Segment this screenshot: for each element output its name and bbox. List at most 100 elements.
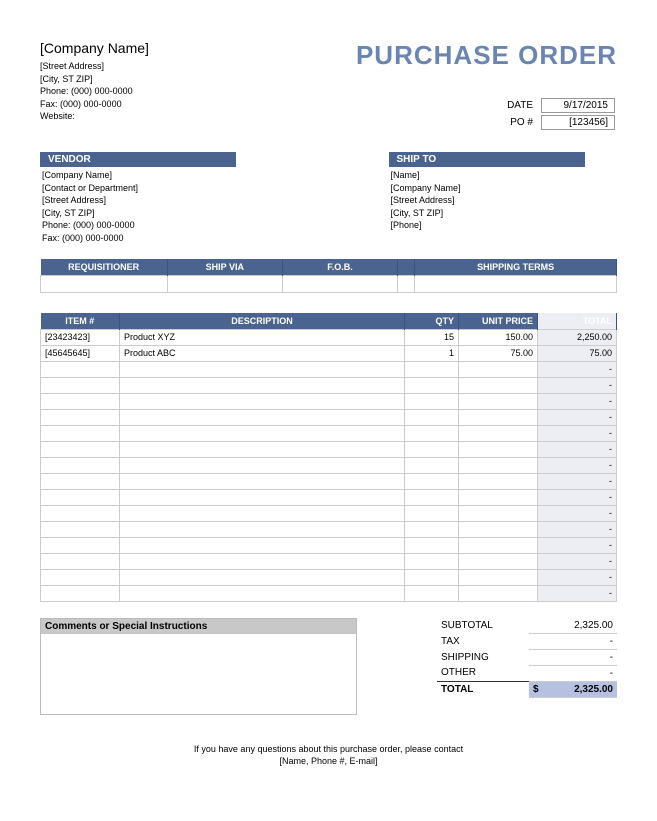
item-header: ITEM # bbox=[41, 313, 120, 330]
phone-label: Phone: bbox=[40, 86, 69, 96]
total-label: TOTAL bbox=[437, 681, 529, 697]
company-citystzip: [City, ST ZIP] bbox=[40, 73, 356, 86]
item-row: - bbox=[41, 361, 617, 377]
cell-price bbox=[459, 393, 538, 409]
cell-desc bbox=[120, 361, 405, 377]
shipto-line: [Phone] bbox=[389, 219, 618, 232]
date-label: DATE bbox=[505, 98, 539, 113]
total-header: TOTAL bbox=[538, 313, 617, 330]
po-title: PURCHASE ORDER bbox=[356, 40, 617, 71]
cell-price bbox=[459, 377, 538, 393]
price-header: UNIT PRICE bbox=[459, 313, 538, 330]
cell-desc bbox=[120, 441, 405, 457]
cell-item: [23423423] bbox=[41, 329, 120, 345]
cell-qty bbox=[405, 585, 459, 601]
vendor-line: Phone: (000) 000-0000 bbox=[40, 219, 269, 232]
cell-qty bbox=[405, 569, 459, 585]
cell-qty bbox=[405, 409, 459, 425]
cell-qty bbox=[405, 457, 459, 473]
cell-desc bbox=[120, 521, 405, 537]
cell-item bbox=[41, 553, 120, 569]
cell-qty bbox=[405, 489, 459, 505]
cell-qty bbox=[405, 361, 459, 377]
shipvia-header: SHIP VIA bbox=[167, 259, 282, 276]
footer-line1: If you have any questions about this pur… bbox=[40, 743, 617, 756]
cell-qty: 15 bbox=[405, 329, 459, 345]
company-name: [Company Name] bbox=[40, 40, 356, 56]
vendor-line: Fax: (000) 000-0000 bbox=[40, 232, 269, 245]
comments-body bbox=[41, 634, 356, 714]
cell-price bbox=[459, 473, 538, 489]
fax-label: Fax: bbox=[40, 99, 58, 109]
shipto-line: [Street Address] bbox=[389, 194, 618, 207]
cell-desc: Product XYZ bbox=[120, 329, 405, 345]
item-row: - bbox=[41, 489, 617, 505]
item-row: - bbox=[41, 377, 617, 393]
cell-price bbox=[459, 489, 538, 505]
item-row: - bbox=[41, 553, 617, 569]
cell-total: - bbox=[538, 537, 617, 553]
title-block: PURCHASE ORDER DATE 9/17/2015 PO # [1234… bbox=[356, 40, 617, 132]
item-row: - bbox=[41, 505, 617, 521]
cell-item bbox=[41, 521, 120, 537]
cell-price bbox=[459, 569, 538, 585]
vendor-line: [Contact or Department] bbox=[40, 182, 269, 195]
cell-item bbox=[41, 409, 120, 425]
vendor-line: [Street Address] bbox=[40, 194, 269, 207]
cell-desc bbox=[120, 537, 405, 553]
cell-price bbox=[459, 409, 538, 425]
qty-header: QTY bbox=[405, 313, 459, 330]
cell-qty bbox=[405, 473, 459, 489]
item-row: - bbox=[41, 585, 617, 601]
cell-desc bbox=[120, 457, 405, 473]
cell-qty bbox=[405, 441, 459, 457]
cell-qty bbox=[405, 553, 459, 569]
cell-desc bbox=[120, 489, 405, 505]
comments-box: Comments or Special Instructions bbox=[40, 618, 357, 715]
company-street: [Street Address] bbox=[40, 60, 356, 73]
cell-price bbox=[459, 457, 538, 473]
cell-total: - bbox=[538, 441, 617, 457]
cell-total: - bbox=[538, 473, 617, 489]
cell-item bbox=[41, 377, 120, 393]
cell-price bbox=[459, 585, 538, 601]
shipto-header: SHIP TO bbox=[389, 152, 585, 167]
shipto-line: [Company Name] bbox=[389, 182, 618, 195]
item-row: [23423423]Product XYZ15150.002,250.00 bbox=[41, 329, 617, 345]
item-row: - bbox=[41, 409, 617, 425]
cell-price: 75.00 bbox=[459, 345, 538, 361]
tax-label: TAX bbox=[437, 633, 529, 649]
cell-total: - bbox=[538, 393, 617, 409]
cell-desc bbox=[120, 553, 405, 569]
vendor-line: [Company Name] bbox=[40, 169, 269, 182]
cell-item bbox=[41, 505, 120, 521]
totals-block: SUBTOTAL 2,325.00 TAX - SHIPPING - OTHER… bbox=[437, 618, 617, 715]
shipping-row bbox=[41, 275, 617, 292]
cell-total: - bbox=[538, 569, 617, 585]
other-value: - bbox=[529, 665, 617, 681]
cell-qty bbox=[405, 521, 459, 537]
cell-total: - bbox=[538, 361, 617, 377]
cell-total: - bbox=[538, 489, 617, 505]
item-row: - bbox=[41, 441, 617, 457]
address-row: VENDOR [Company Name] [Contact or Depart… bbox=[40, 152, 617, 245]
item-row: - bbox=[41, 521, 617, 537]
company-block: [Company Name] [Street Address] [City, S… bbox=[40, 40, 356, 123]
purchase-order-page: [Company Name] [Street Address] [City, S… bbox=[0, 0, 657, 808]
date-value: 9/17/2015 bbox=[541, 98, 615, 113]
cell-item bbox=[41, 361, 120, 377]
cell-total: 75.00 bbox=[538, 345, 617, 361]
cell-total: - bbox=[538, 377, 617, 393]
total-currency: $ bbox=[533, 684, 539, 695]
item-row: - bbox=[41, 457, 617, 473]
cell-price bbox=[459, 537, 538, 553]
cell-desc bbox=[120, 569, 405, 585]
item-row: - bbox=[41, 425, 617, 441]
cell-qty bbox=[405, 377, 459, 393]
company-fax: Fax: (000) 000-0000 bbox=[40, 98, 356, 111]
shipto-section: SHIP TO [Name] [Company Name] [Street Ad… bbox=[389, 152, 618, 245]
comments-header: Comments or Special Instructions bbox=[41, 619, 356, 634]
cell-item bbox=[41, 441, 120, 457]
cell-desc bbox=[120, 409, 405, 425]
shipping-value: - bbox=[529, 649, 617, 665]
